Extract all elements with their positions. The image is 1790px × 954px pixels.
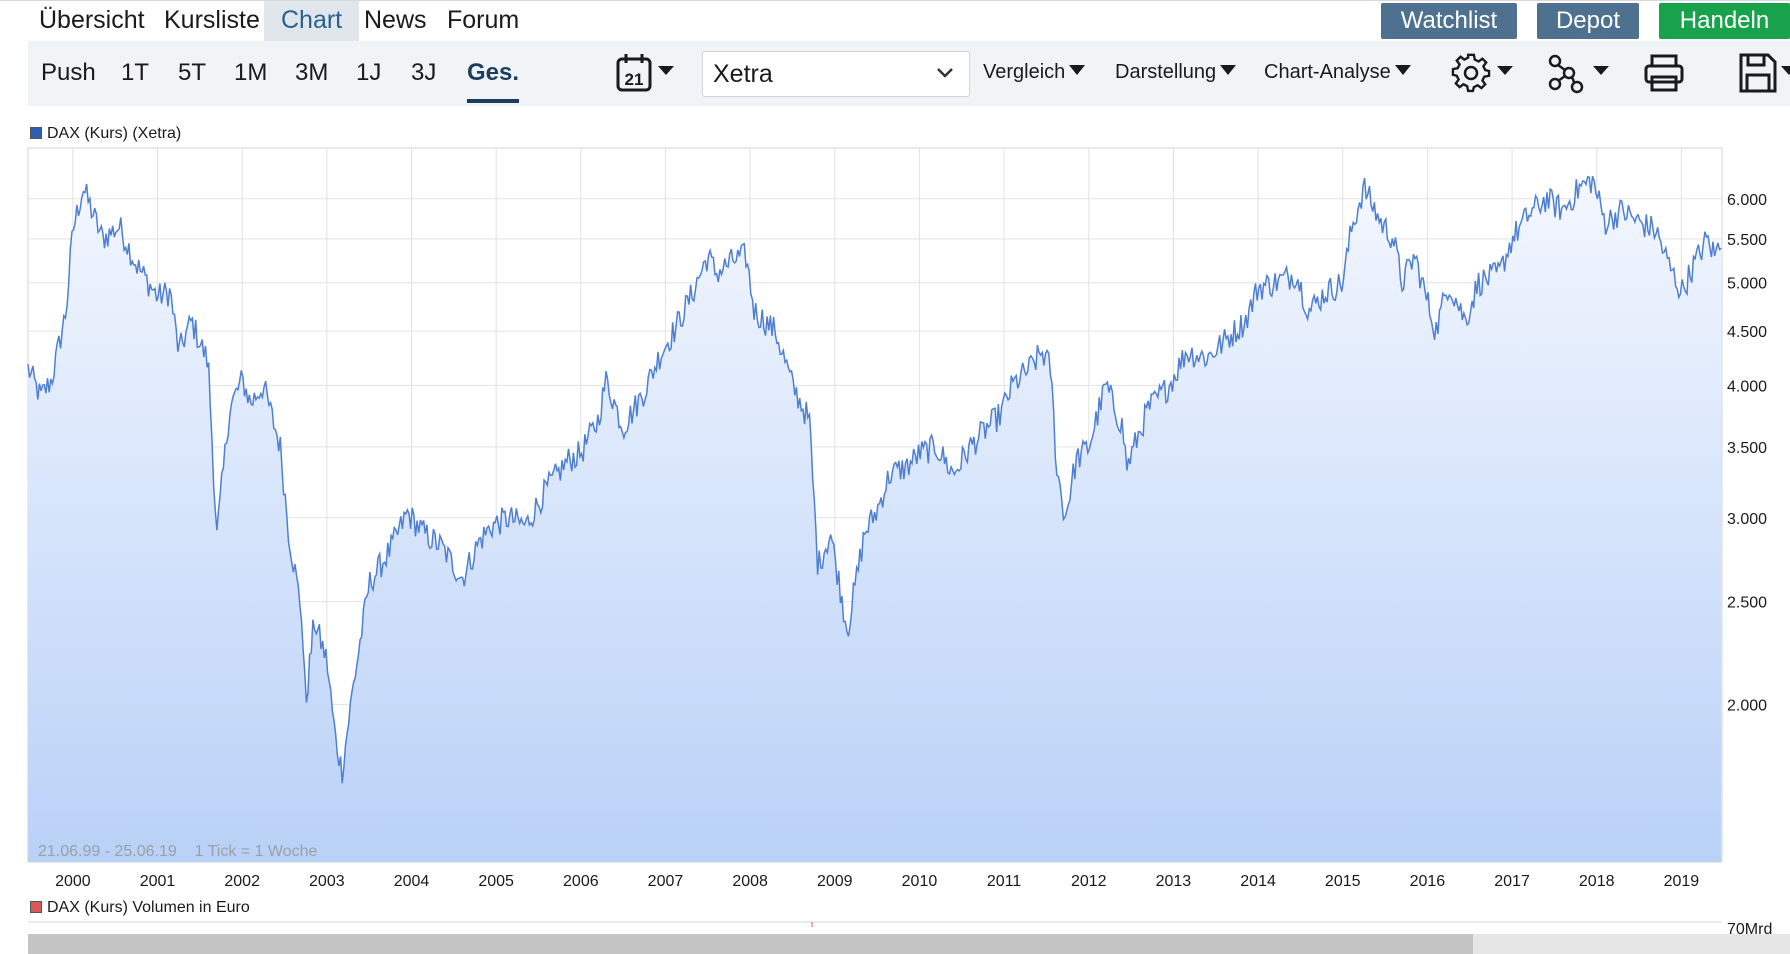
print-icon <box>1644 54 1684 92</box>
depot-button[interactable]: Depot <box>1537 3 1639 39</box>
x-tick-label: 2010 <box>902 873 938 890</box>
chart-area: DAX (Kurs) (Xetra) 2.000 2.500 3.000 3.500 4… <box>0 112 1790 954</box>
vergleich-label: Vergleich <box>983 61 1066 83</box>
x-tick-label: 2016 <box>1410 873 1446 890</box>
y-tick-label: 2.000 <box>1727 697 1767 714</box>
range-3m[interactable]: 3M <box>295 59 328 87</box>
handeln-button[interactable]: Handeln <box>1659 3 1790 39</box>
main-nav: Übersicht Kursliste Chart News Forum Wat… <box>0 0 1790 52</box>
range-1t[interactable]: 1T <box>121 59 149 87</box>
gear-icon <box>1451 53 1513 93</box>
dropdown-triangle-icon <box>1394 65 1411 75</box>
range-gesamt[interactable]: Ges. <box>467 59 520 103</box>
x-tick-label: 2015 <box>1325 873 1361 890</box>
chart-analyse-label: Chart-Analyse <box>1264 61 1391 83</box>
x-tick-label: 2006 <box>563 873 599 890</box>
tab-forum[interactable]: Forum <box>447 1 519 42</box>
tab-news[interactable]: News <box>364 1 427 42</box>
x-tick-label: 2012 <box>1071 873 1107 890</box>
darstellung-menu[interactable]: Darstellung <box>1115 61 1237 84</box>
chevron-down-icon <box>937 68 953 78</box>
indicator-menu[interactable] <box>1547 51 1611 95</box>
x-tick-label: 2002 <box>224 873 260 890</box>
calendar-day: 21 <box>625 70 644 89</box>
print-button[interactable] <box>1642 51 1686 95</box>
chart-toolbar: Push 1T 5T 1M 3M 1J 3J Ges. 21 Xetra Ver… <box>28 41 1790 106</box>
volume-axis-label: 70Mrd <box>1727 921 1772 934</box>
tab-uebersicht[interactable]: Übersicht <box>39 1 145 42</box>
y-tick-label: 3.500 <box>1727 440 1767 457</box>
settings-menu[interactable] <box>1451 51 1515 95</box>
x-tick-label: 2017 <box>1494 873 1530 890</box>
calendar-icon: 21 <box>616 54 674 92</box>
tab-kursliste[interactable]: Kursliste <box>164 1 260 42</box>
range-push[interactable]: Push <box>41 59 96 87</box>
darstellung-label: Darstellung <box>1115 61 1217 83</box>
dropdown-triangle-icon <box>1069 65 1086 75</box>
dropdown-triangle-icon <box>1220 65 1237 75</box>
save-icon <box>1739 53 1790 93</box>
watchlist-button[interactable]: Watchlist <box>1381 3 1517 39</box>
tab-chart-label: Chart <box>281 6 343 34</box>
x-tick-label: 2005 <box>478 873 514 890</box>
exchange-select[interactable]: Xetra <box>702 51 970 97</box>
range-5t[interactable]: 5T <box>178 59 206 87</box>
exchange-select-value: Xetra <box>713 60 773 88</box>
chart-analyse-menu[interactable]: Chart-Analyse <box>1264 61 1411 84</box>
horizontal-scrollbar[interactable] <box>28 934 1790 954</box>
y-axis: 2.000 2.500 3.000 3.500 4.000 4.500 5.000 5.500… <box>1727 192 1767 715</box>
x-tick-label: 2009 <box>817 873 853 890</box>
calendar-picker[interactable]: 21 <box>616 51 676 95</box>
y-tick-label: 2.500 <box>1727 595 1767 612</box>
volume-legend: DAX (Kurs) Volumen in Euro <box>30 899 250 917</box>
x-tick-label: 2018 <box>1579 873 1615 890</box>
x-tick-label: 2003 <box>309 873 345 890</box>
x-tick-label: 2000 <box>55 873 91 890</box>
active-range-underline <box>467 99 520 103</box>
network-icon <box>1548 54 1609 94</box>
range-info-text: 21.06.99 - 25.06.19 1 Tick = 1 Woche <box>38 843 318 860</box>
x-tick-label: 2019 <box>1664 873 1700 890</box>
x-tick-label: 2014 <box>1240 873 1276 890</box>
save-menu[interactable] <box>1738 51 1790 95</box>
y-tick-label: 4.500 <box>1727 324 1767 341</box>
y-tick-label: 3.000 <box>1727 511 1767 528</box>
volume-legend-swatch <box>30 901 42 913</box>
x-tick-label: 2008 <box>732 873 768 890</box>
scrollbar-thumb[interactable] <box>28 934 1473 954</box>
y-tick-label: 4.000 <box>1727 378 1767 395</box>
volume-legend-label: DAX (Kurs) Volumen in Euro <box>47 899 250 916</box>
vergleich-menu[interactable]: Vergleich <box>983 61 1086 84</box>
y-tick-label: 5.000 <box>1727 276 1767 293</box>
y-tick-label: 6.000 <box>1727 192 1767 209</box>
x-tick-label: 2007 <box>648 873 684 890</box>
tab-chart[interactable]: Chart <box>264 1 360 52</box>
x-tick-label: 2001 <box>140 873 176 890</box>
range-1j[interactable]: 1J <box>356 59 381 87</box>
x-tick-label: 2011 <box>987 873 1022 890</box>
price-chart[interactable]: 2.000 2.500 3.000 3.500 4.000 4.500 5.000 5.500… <box>0 112 1790 934</box>
x-tick-label: 2013 <box>1156 873 1192 890</box>
x-tick-label: 2004 <box>394 873 430 890</box>
range-gesamt-label: Ges. <box>467 59 520 86</box>
x-axis: 2000 2001 2002 2003 2004 2005 2006 2007 2008 2009… <box>55 873 1699 890</box>
range-1m[interactable]: 1M <box>234 59 267 87</box>
y-tick-label: 5.500 <box>1727 232 1767 249</box>
range-3j[interactable]: 3J <box>411 59 436 87</box>
